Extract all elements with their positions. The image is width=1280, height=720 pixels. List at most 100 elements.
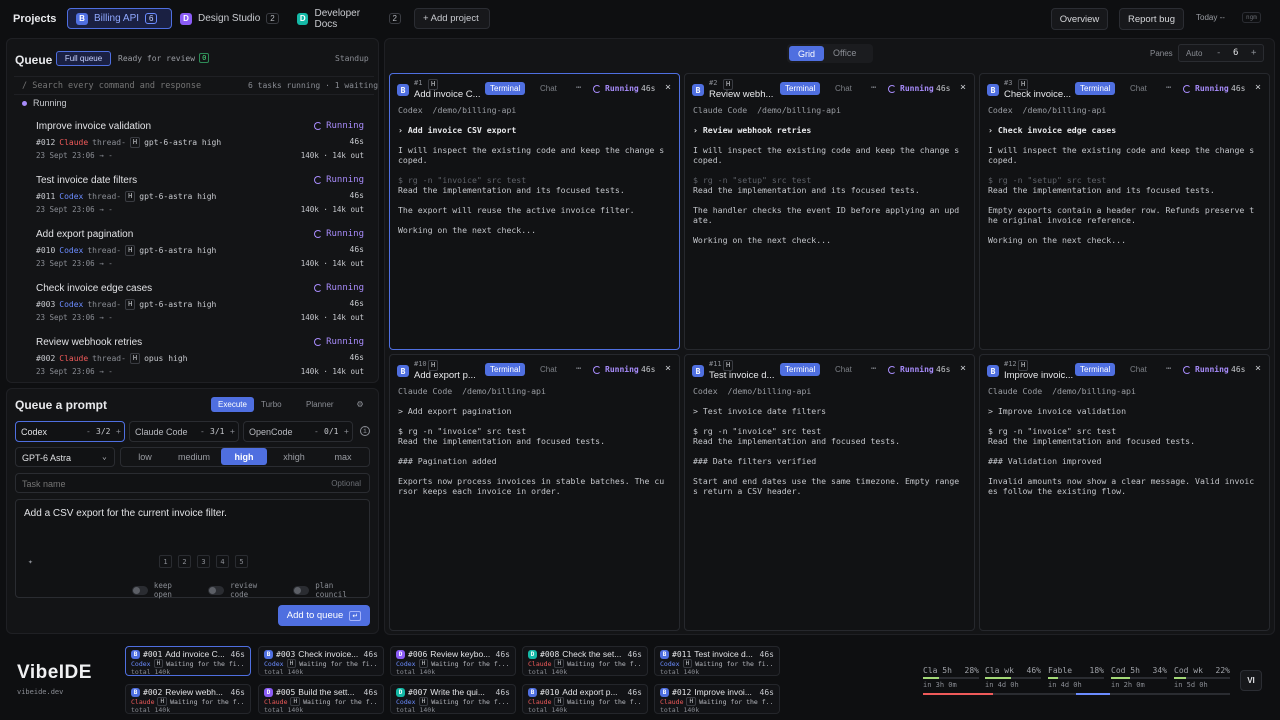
plan-council-toggle[interactable] (293, 585, 310, 595)
count-option[interactable]: 2 (178, 555, 191, 568)
terminal-tab[interactable]: Terminal (485, 363, 526, 376)
overview-button[interactable]: Overview (1051, 8, 1108, 30)
queue-item[interactable]: Review webhook retries Running #002 Claude t… (36, 337, 364, 385)
review-code-toggle[interactable] (208, 585, 225, 595)
task-card[interactable]: B #001 Add invoice C... 46s Codex H Waiting fo… (125, 646, 251, 676)
pane-body[interactable]: Codex /demo/billing-api › Check invoice e… (988, 105, 1259, 245)
chat-tab[interactable]: Chat (1125, 82, 1152, 95)
search-input[interactable] (22, 79, 232, 93)
terminal-tab[interactable]: Terminal (485, 82, 526, 95)
close-icon[interactable]: × (665, 82, 671, 93)
task-card[interactable]: B #012 Improve invoi... 46s Claude H Waiting f… (654, 684, 780, 714)
task-card[interactable]: B #010 Add export p... 46s Claude H Waiting fo… (522, 684, 648, 714)
prompt-textarea[interactable]: Add a CSV export for the current invoice… (15, 499, 370, 599)
increment-icon[interactable]: + (344, 427, 349, 436)
close-icon[interactable]: × (1255, 82, 1261, 93)
full-queue-tab[interactable]: Full queue (56, 51, 111, 66)
panes-decrement[interactable]: - (1216, 48, 1221, 58)
pane-body[interactable]: Claude Code /demo/billing-api › Review we… (693, 105, 964, 245)
queue-item[interactable]: Check invoice edge cases Running #003 Codex… (36, 283, 364, 331)
effort-high[interactable]: high (221, 448, 267, 465)
decrement-icon[interactable]: - (86, 427, 91, 436)
thread-label: thread- (92, 138, 126, 147)
more-icon[interactable]: ⋯ (1166, 83, 1171, 93)
increment-icon[interactable]: + (230, 427, 235, 436)
chat-tab[interactable]: Chat (535, 363, 562, 376)
terminal-pane[interactable]: B #11 H Test invoice d... Terminal Chat ⋯ Runni… (684, 354, 975, 631)
decrement-icon[interactable]: - (314, 427, 319, 436)
sparkle-icon[interactable]: ✦ (28, 557, 33, 566)
chat-tab[interactable]: Chat (830, 82, 857, 95)
effort-max[interactable]: max (320, 448, 366, 465)
settings-gear-icon[interactable]: ⚙ (357, 399, 363, 410)
more-icon[interactable]: ⋯ (871, 364, 876, 374)
chat-tab[interactable]: Chat (535, 82, 562, 95)
project-tab-developer-docs[interactable]: D Developer Docs 2 (289, 8, 409, 30)
terminal-pane[interactable]: B #1 H Add invoice C... Terminal Chat ⋯ Running… (389, 73, 680, 350)
terminal-tab[interactable]: Terminal (780, 82, 821, 95)
more-icon[interactable]: ⋯ (871, 83, 876, 93)
agent-opencode-field[interactable]: OpenCode - 0/1 + (243, 421, 353, 442)
info-icon[interactable]: i (360, 426, 370, 436)
task-card[interactable]: D #006 Review keybo... 46s Codex H Waiting for… (390, 646, 516, 676)
count-option[interactable]: 4 (216, 555, 229, 568)
terminal-tab[interactable]: Terminal (1075, 82, 1116, 95)
count-option[interactable]: 3 (197, 555, 210, 568)
pane-body[interactable]: Codex /demo/billing-api > Test invoice da… (693, 386, 964, 496)
effort-medium[interactable]: medium (171, 448, 217, 465)
task-name-input[interactable] (22, 477, 302, 490)
queue-item[interactable]: Test invoice date filters Running #011 Code… (36, 175, 364, 223)
project-tab-billing-api[interactable]: B Billing API 6 (67, 8, 172, 29)
standup-button[interactable]: Standup (335, 54, 369, 63)
model-select[interactable]: GPT-6 Astra ⌄ (15, 447, 115, 467)
terminal-pane[interactable]: B #12 H Improve invoic... Terminal Chat ⋯ Runni… (979, 354, 1270, 631)
task-card[interactable]: B #011 Test invoice d... 46s Codex H Waiting f… (654, 646, 780, 676)
agent-codex-field[interactable]: Codex - 3/2 + (15, 421, 125, 442)
keep-open-toggle[interactable] (132, 585, 148, 595)
task-card[interactable]: D #005 Build the sett... 46s Claude H Waiting … (258, 684, 384, 714)
count-option[interactable]: 5 (235, 555, 248, 568)
terminal-tab[interactable]: Terminal (780, 363, 821, 376)
count-option[interactable]: 1 (159, 555, 172, 568)
more-icon[interactable]: ⋯ (1166, 364, 1171, 374)
report-bug-button[interactable]: Report bug (1119, 8, 1184, 30)
terminal-tab[interactable]: Terminal (1075, 363, 1116, 376)
terminal-pane[interactable]: B #3 H Check invoice... Terminal Chat ⋯ Running… (979, 73, 1270, 350)
close-icon[interactable]: × (960, 363, 966, 374)
mode-planner[interactable]: Planner (306, 400, 334, 409)
project-tab-design-studio[interactable]: D Design Studio 2 (172, 8, 289, 29)
terminal-pane[interactable]: B #10 H Add export p... Terminal Chat ⋯ Running… (389, 354, 680, 631)
task-card[interactable]: D #007 Write the qui... 46s Codex H Waiting fo… (390, 684, 516, 714)
view-office-tab[interactable]: Office (833, 48, 856, 58)
effort-xhigh[interactable]: xhigh (271, 448, 317, 465)
close-icon[interactable]: × (960, 82, 966, 93)
language-button[interactable]: VI (1240, 670, 1262, 691)
task-card[interactable]: D #008 Check the set... 46s Claude H Waiting f… (522, 646, 648, 676)
more-icon[interactable]: ⋯ (576, 83, 581, 93)
effort-low[interactable]: low (122, 448, 168, 465)
terminal-pane[interactable]: B #2 H Review webh... Terminal Chat ⋯ Running 46… (684, 73, 975, 350)
agent-claude-code-field[interactable]: Claude Code - 3/1 + (129, 421, 239, 442)
task-card[interactable]: B #002 Review webh... 46s Claude H Waiting for… (125, 684, 251, 714)
close-icon[interactable]: × (1255, 363, 1261, 374)
chat-tab[interactable]: Chat (830, 363, 857, 376)
pane-body[interactable]: Codex /demo/billing-api › Add invoice CSV… (398, 105, 669, 235)
decrement-icon[interactable]: - (200, 427, 205, 436)
panes-increment[interactable]: + (1251, 48, 1256, 58)
close-icon[interactable]: × (665, 363, 671, 374)
chat-tab[interactable]: Chat (1125, 363, 1152, 376)
mode-turbo[interactable]: Turbo (261, 400, 282, 409)
view-grid-tab[interactable]: Grid (789, 46, 824, 61)
ready-for-review-tab[interactable]: Ready for review 0 (118, 53, 210, 63)
queue-item[interactable]: Add export pagination Running #010 Codex thr… (36, 229, 364, 277)
add-to-queue-button[interactable]: Add to queue ↵ (278, 605, 370, 626)
increment-icon[interactable]: + (116, 427, 121, 436)
panes-auto[interactable]: Auto (1186, 49, 1202, 58)
add-project-button[interactable]: + Add project (414, 8, 490, 29)
task-card[interactable]: B #003 Check invoice... 46s Codex H Waiting fo… (258, 646, 384, 676)
more-icon[interactable]: ⋯ (576, 364, 581, 374)
mode-execute[interactable]: Execute (211, 397, 254, 412)
queue-item[interactable]: Improve invoice validation Running #012 Cla… (36, 121, 364, 169)
pane-body[interactable]: Claude Code /demo/billing-api > Add expor… (398, 386, 669, 496)
pane-body[interactable]: Claude Code /demo/billing-api > Improve i… (988, 386, 1259, 496)
